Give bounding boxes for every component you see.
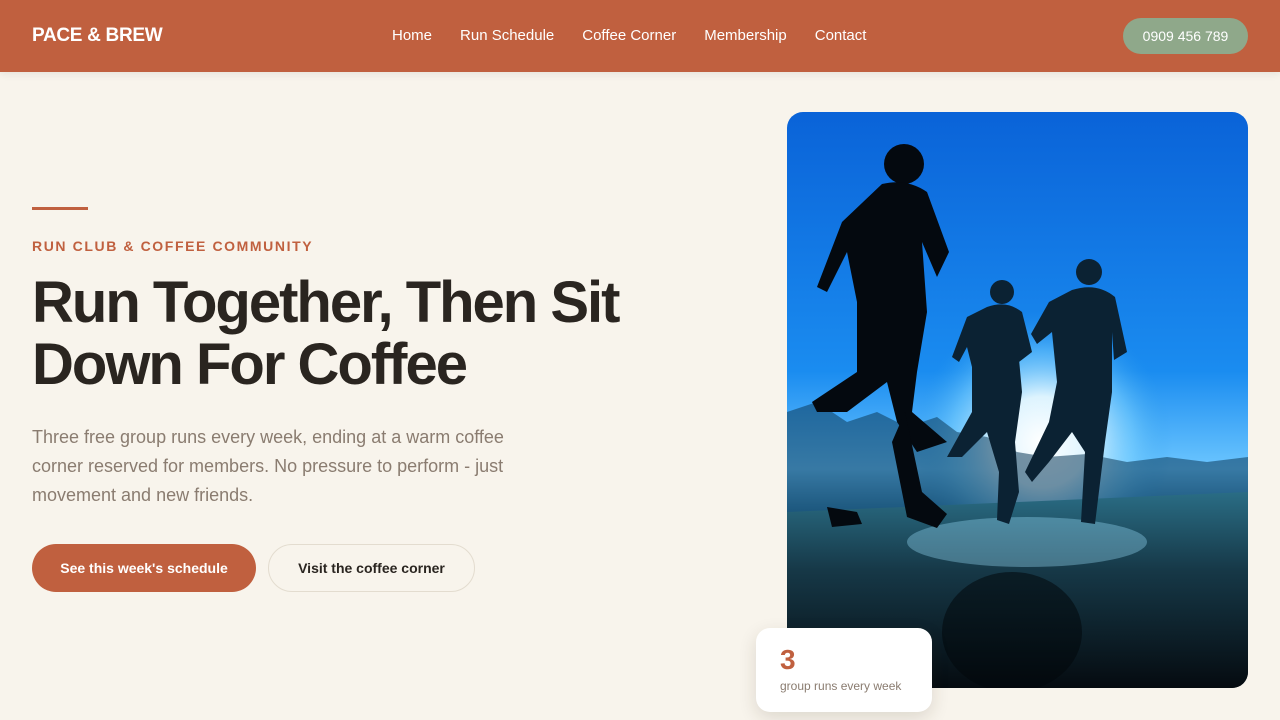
hero-title: Run Together, Then Sit Down For Coffee: [32, 272, 672, 396]
site-logo[interactable]: PACE & BREW: [32, 24, 163, 48]
nav-link-contact[interactable]: Contact: [801, 24, 881, 48]
stat-card: 3 group runs every week: [756, 628, 932, 712]
phone-button[interactable]: 0909 456 789: [1123, 18, 1248, 54]
main-nav: Home Run Schedule Coffee Corner Membersh…: [378, 24, 880, 48]
nav-link-membership[interactable]: Membership: [690, 24, 801, 48]
stat-label: group runs every week: [780, 679, 902, 693]
hero-runners-photo: [787, 112, 1248, 688]
hero-description: Three free group runs every week, ending…: [32, 427, 504, 505]
stat-number: 3: [780, 644, 796, 675]
hero-eyebrow: RUN CLUB & COFFEE COMMUNITY: [32, 238, 314, 254]
nav-link-run-schedule[interactable]: Run Schedule: [446, 24, 568, 48]
visit-coffee-corner-button[interactable]: Visit the coffee corner: [268, 544, 475, 592]
site-header: PACE & BREW Home Run Schedule Coffee Cor…: [0, 0, 1280, 72]
hero-title-line-2: Down For Coffee: [32, 332, 468, 397]
accent-divider: [32, 207, 88, 210]
nav-link-home[interactable]: Home: [378, 24, 446, 48]
see-schedule-button[interactable]: See this week's schedule: [32, 544, 256, 592]
nav-link-coffee-corner[interactable]: Coffee Corner: [568, 24, 690, 48]
hero-title-line-1: Run Together, Then Sit: [32, 270, 620, 335]
